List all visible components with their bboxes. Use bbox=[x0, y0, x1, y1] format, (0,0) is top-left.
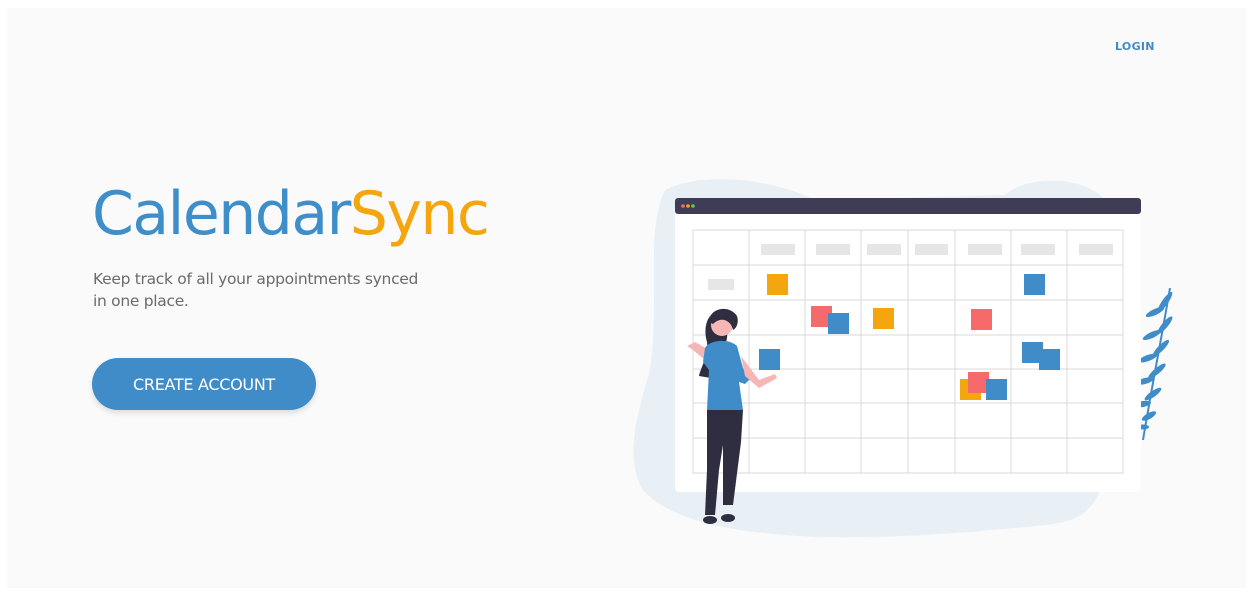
login-link[interactable]: LOGIN bbox=[1115, 40, 1155, 53]
tagline: Keep track of all your appointments sync… bbox=[93, 270, 419, 310]
create-account-button[interactable]: CREATE ACCOUNT bbox=[92, 358, 316, 410]
landing-page: LOGIN CalendarSync Keep track of all you… bbox=[7, 8, 1246, 588]
brand-title-part-2: Sync bbox=[349, 179, 490, 249]
brand-title-part-1: Calendar bbox=[92, 179, 351, 249]
calendar-titlebar bbox=[675, 198, 1141, 214]
calendar-window bbox=[675, 198, 1141, 492]
brand-title: CalendarSync bbox=[92, 174, 490, 254]
calendar-illustration bbox=[633, 179, 1173, 538]
